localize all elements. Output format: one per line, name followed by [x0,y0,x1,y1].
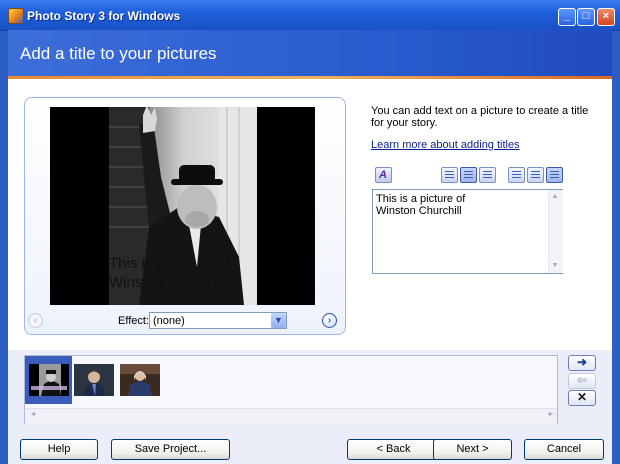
title-overlay-text: This is a picture of Winston Churchill [109,254,269,292]
photo-story-app-icon [8,8,24,24]
learn-more-link[interactable]: Learn more about adding titles [371,139,520,151]
position-middle-icon [531,171,540,179]
remove-picture-button[interactable]: ✕ [568,390,596,406]
maximize-button[interactable]: □ [577,8,595,26]
save-project-button[interactable]: Save Project... [111,439,230,460]
back-button[interactable]: < Back [347,439,440,460]
select-font-button[interactable]: A [375,167,392,183]
effect-selected-value: (none) [153,315,185,327]
scroll-up-icon[interactable]: ▲ [549,191,561,203]
cancel-button[interactable]: Cancel [524,439,604,460]
scroll-left-icon[interactable]: ◄ [27,409,39,421]
close-button[interactable]: × [597,8,615,26]
thumbnail-churchill[interactable] [29,364,69,396]
align-left-icon [445,171,454,179]
scroll-right-icon[interactable]: ► [545,409,557,421]
align-right-icon [483,171,492,179]
align-right-button[interactable] [479,167,496,183]
align-left-button[interactable] [441,167,458,183]
effect-label: Effect: [118,315,149,327]
page-title: Add a title to your pictures [20,44,217,63]
filmstrip-scrollbar[interactable] [25,408,557,424]
overlay-line-2: Winston Churchill [109,274,226,291]
position-bottom-icon [550,171,559,179]
position-middle-button[interactable] [527,167,544,183]
font-icon: A [379,169,387,181]
move-right-button[interactable]: ➜ [568,355,596,371]
chevron-down-icon[interactable]: ▼ [271,313,286,328]
move-left-button[interactable]: ⇦ [568,373,596,389]
next-button[interactable]: Next > [433,439,512,460]
overlay-line-1: This is a picture of [109,255,231,272]
next-picture-button[interactable]: › [322,313,337,328]
position-top-button[interactable] [508,167,525,183]
help-button[interactable]: Help [20,439,98,460]
align-center-icon [464,171,473,179]
align-center-button[interactable] [460,167,477,183]
previous-picture-button[interactable]: ‹ [28,313,43,328]
position-bottom-button[interactable] [546,167,563,183]
title-text-value: This is a picture of Winston Churchill [376,193,466,217]
thumbnail-portrait-2[interactable] [74,364,114,396]
minimize-button[interactable]: _ [558,8,576,26]
instruction-text: You can add text on a picture to create … [371,105,589,129]
position-top-icon [512,171,521,179]
scroll-down-icon[interactable]: ▼ [549,260,561,272]
thumbnail-portrait-3[interactable] [120,364,160,396]
window-title: Photo Story 3 for Windows [27,9,181,23]
